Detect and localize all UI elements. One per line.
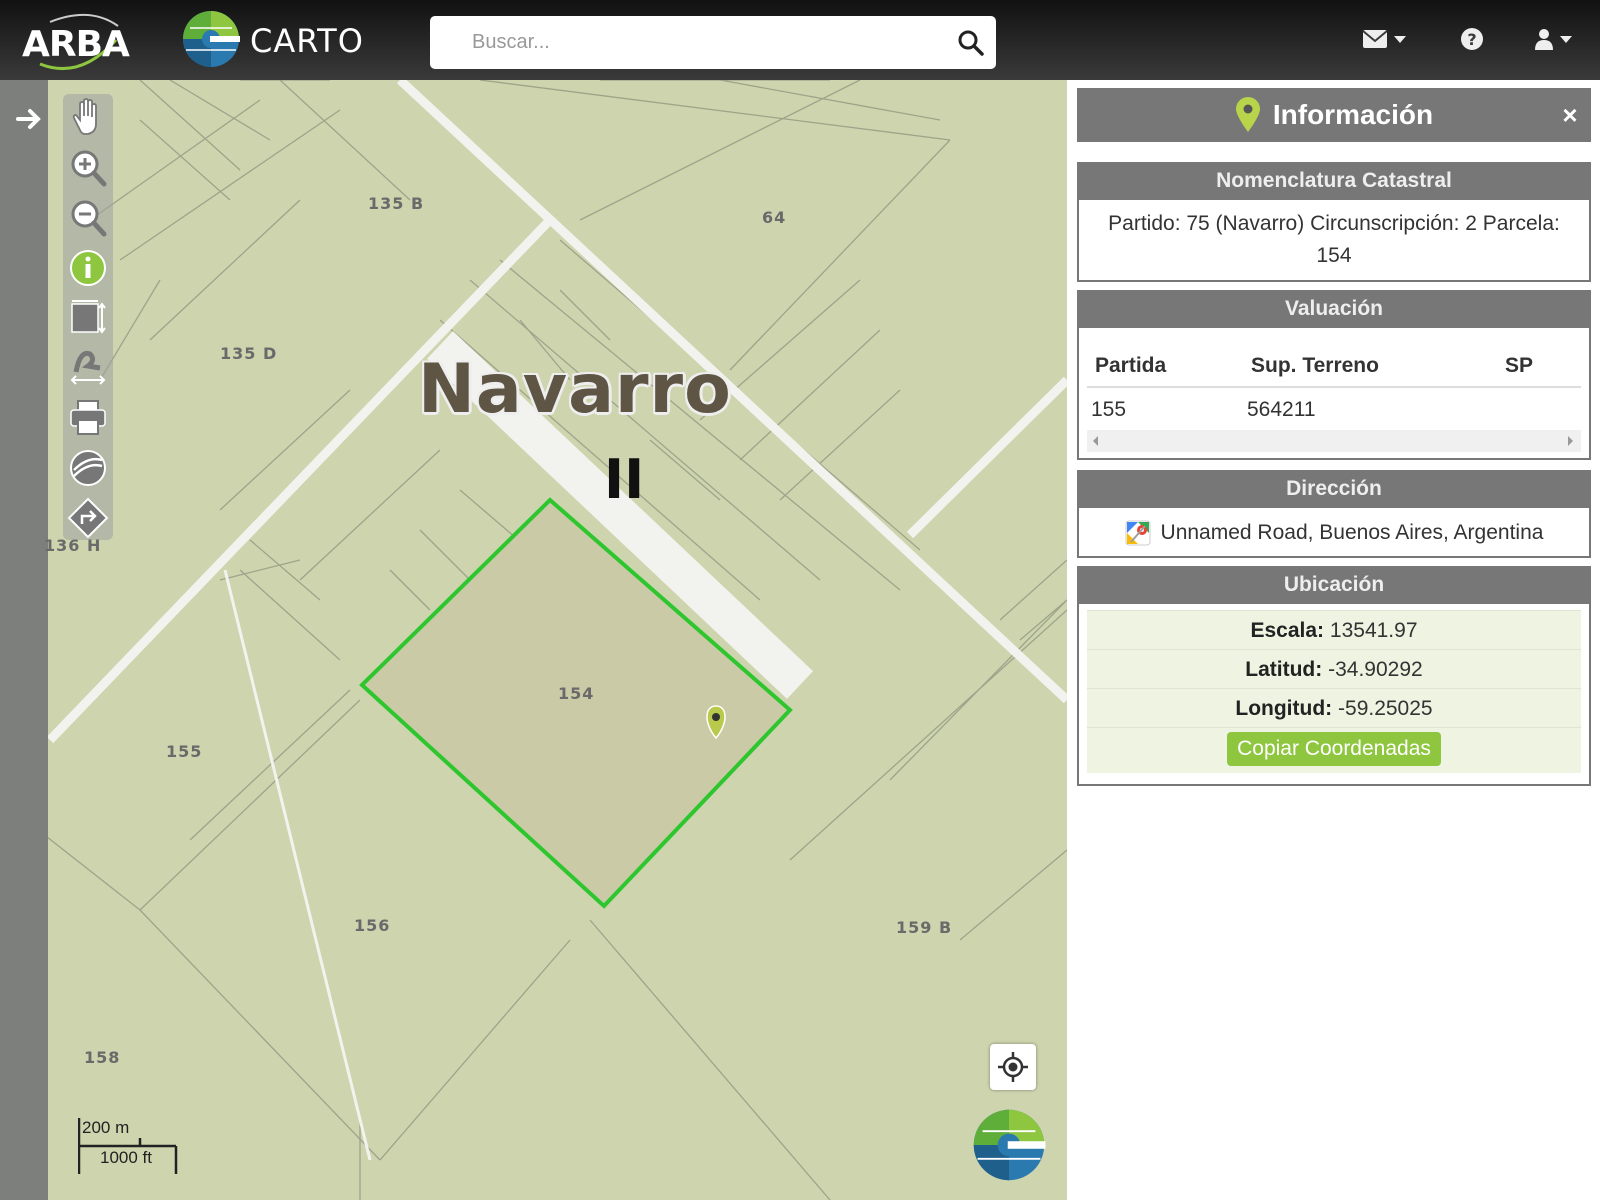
ubicacion-section: Ubicación Escala: 13541.97 Latitud: -34.… <box>1077 566 1591 786</box>
column-header-sp: SP <box>1505 354 1534 377</box>
latitud-value: -34.90292 <box>1328 658 1423 681</box>
scale-imperial-label: 1000 ft <box>100 1148 152 1167</box>
top-navbar: ARBA CARTO ? <box>0 0 1600 80</box>
latitud-label: Latitud: <box>1245 658 1323 681</box>
direccion-row: Unnamed Road, Buenos Aires, Argentina <box>1079 508 1589 558</box>
layers-icon[interactable] <box>66 446 110 490</box>
messages-dropdown-button[interactable] <box>1362 22 1406 56</box>
direccion-heading: Dirección <box>1079 470 1589 508</box>
longitud-value: -59.25025 <box>1338 697 1433 720</box>
scale-bar: 200 m 1000 ft <box>78 1118 178 1176</box>
valuacion-heading: Valuación <box>1079 290 1589 328</box>
mail-icon <box>1362 30 1388 48</box>
help-icon: ? <box>1461 28 1483 50</box>
map-left-strip <box>0 80 48 1200</box>
parcel-map <box>0 80 1067 1200</box>
zoom-in-icon[interactable] <box>66 146 110 190</box>
direccion-section: Dirección Unnamed Road, Buenos Aires, Ar… <box>1077 470 1591 558</box>
table-header-row: Partida Sup. Terreno SP <box>1087 344 1581 388</box>
help-button[interactable]: ? <box>1460 22 1484 56</box>
user-menu-button[interactable] <box>1534 22 1572 56</box>
valuacion-table: Partida Sup. Terreno SP 155 564211 <box>1087 344 1581 432</box>
horizontal-scrollbar[interactable] <box>1087 430 1581 452</box>
print-icon[interactable] <box>66 396 110 440</box>
parcel-label: 135 B <box>368 194 425 213</box>
carto-globe-icon <box>183 11 240 67</box>
search-input[interactable] <box>430 16 940 69</box>
carto-logo[interactable]: CARTO <box>180 8 370 72</box>
longitud-label: Longitud: <box>1235 697 1333 720</box>
direccion-text: Unnamed Road, Buenos Aires, Argentina <box>1160 521 1544 544</box>
column-header-sup-terreno: Sup. Terreno <box>1251 354 1379 377</box>
selected-parcel[interactable] <box>359 497 793 909</box>
district-numeral-label: II <box>604 448 645 511</box>
info-panel-title-text: Información <box>1272 99 1434 130</box>
zoom-out-icon[interactable] <box>66 196 110 240</box>
escala-label: Escala: <box>1250 619 1325 642</box>
map-toolbar <box>63 94 113 540</box>
nomenclatura-section: Nomenclatura Catastral Partido: 75 (Nava… <box>1077 162 1591 282</box>
ubicacion-heading: Ubicación <box>1079 566 1589 604</box>
search-box <box>430 16 996 69</box>
parcel-label: 156 <box>354 916 391 935</box>
copy-coordinates-button[interactable]: Copiar Coordenadas <box>1227 732 1441 766</box>
parcel-label: 135 D <box>220 344 278 363</box>
cell-partida: 155 <box>1091 398 1127 421</box>
arba-brand-text: ARBA <box>22 24 130 65</box>
parcel-label-selected: 154 <box>558 684 595 703</box>
ubicacion-rows: Escala: 13541.97 Latitud: -34.90292 Long… <box>1087 610 1581 773</box>
pan-hand-icon[interactable] <box>66 96 110 140</box>
crosshair-icon <box>998 1052 1028 1082</box>
map-pin-icon <box>1235 97 1260 132</box>
carto-brand-text: CARTO <box>250 22 364 60</box>
user-icon <box>1535 29 1553 50</box>
select-area-icon[interactable] <box>66 296 110 340</box>
parcel-label: 155 <box>166 742 203 761</box>
scroll-left-icon[interactable] <box>1093 436 1098 446</box>
geolocate-button[interactable] <box>990 1044 1036 1090</box>
longitud-row: Longitud: -59.25025 <box>1087 688 1581 727</box>
close-button[interactable]: × <box>1555 100 1585 130</box>
chevron-down-icon <box>1394 35 1406 43</box>
parcel-label: 136 H <box>44 536 102 555</box>
nomenclatura-heading: Nomenclatura Catastral <box>1079 162 1589 200</box>
scale-metric-label: 200 m <box>82 1118 130 1137</box>
info-panel-header: Información × <box>1077 88 1591 142</box>
info-panel: Información × Nomenclatura Catastral Par… <box>1067 80 1600 1200</box>
copy-row: Copiar Coordenadas <box>1087 727 1581 773</box>
arba-logo[interactable]: ARBA <box>20 10 130 72</box>
latitud-row: Latitud: -34.90292 <box>1087 649 1581 688</box>
column-header-partida: Partida <box>1095 354 1167 377</box>
cell-sup-terreno: 564211 <box>1247 398 1316 421</box>
route-icon[interactable] <box>66 496 110 540</box>
nomenclatura-text: Partido: 75 (Navarro) Circunscripción: 2… <box>1108 212 1560 267</box>
svg-text:?: ? <box>1467 30 1476 49</box>
parcel-label: 158 <box>84 1048 121 1067</box>
escala-value: 13541.97 <box>1329 619 1418 642</box>
carto-watermark-icon <box>973 1109 1046 1181</box>
valuacion-section: Valuación Partida Sup. Terreno SP 155 56… <box>1077 290 1591 460</box>
info-panel-title: Información <box>1077 88 1591 142</box>
map-canvas[interactable]: 135 B 64 135 D 136 H 154 155 156 159 B 1… <box>0 80 1067 1200</box>
search-icon[interactable] <box>956 28 986 58</box>
chevron-down-icon <box>1560 35 1572 43</box>
scroll-right-icon[interactable] <box>1568 436 1573 446</box>
parcel-label: 64 <box>762 208 787 227</box>
town-label: Navarro <box>418 350 732 429</box>
google-maps-icon[interactable] <box>1125 520 1151 546</box>
parcel-label: 159 B <box>896 918 953 937</box>
arrow-right-icon[interactable] <box>14 104 44 134</box>
info-icon[interactable] <box>66 246 110 290</box>
escala-row: Escala: 13541.97 <box>1087 610 1581 649</box>
measure-icon[interactable] <box>66 346 110 390</box>
table-row: 155 564211 <box>1087 388 1581 432</box>
